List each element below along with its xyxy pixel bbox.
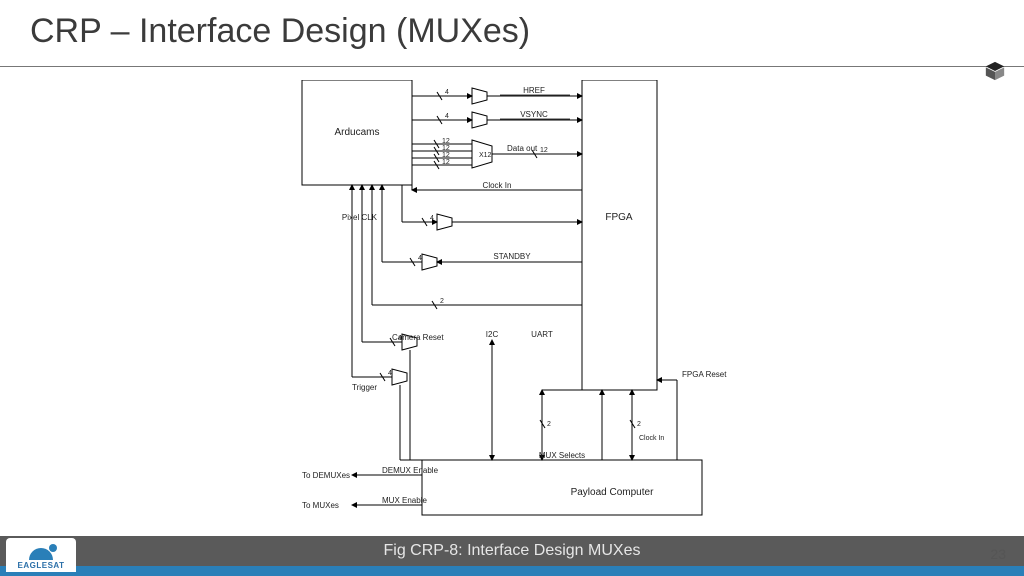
trigger-label: Trigger [352,383,377,392]
footer-bar: Fig CRP-8: Interface Design MUXes [0,536,1024,566]
muxselects-label: MUX Selects [539,451,585,460]
fpga-block [582,80,657,390]
mux-href [472,88,487,104]
to-demux-label: To DEMUXes [302,471,350,480]
bw-mid2: 2 [440,298,444,305]
mux-vsync [472,112,487,128]
dataout-label: Data out [507,144,538,153]
title-rule [0,66,1024,67]
bw-do1: 12 [442,138,450,145]
payload-label: Payload Computer [571,487,654,498]
cube-icon [984,60,1006,82]
logo-dome-icon [29,548,53,560]
demux-enable-label: DEMUX Enable [382,466,439,475]
bw-pclk: 4 [430,215,434,222]
bw-uart: 2 [547,421,551,428]
mux-x12-label: X12 [479,152,492,159]
mux-trigger [392,369,407,385]
bw-clk2: 2 [637,421,641,428]
href-label: HREF [523,86,545,95]
bw-do4: 12 [442,159,450,166]
uart-label: UART [531,330,553,339]
page-number: 23 [990,546,1006,562]
bw-trg: 4 [388,370,392,377]
i2c-label: I2C [486,330,499,339]
slide-title: CRP – Interface Design (MUXes) [30,12,530,51]
standby-label: STANDBY [493,252,531,261]
bw-vsync: 4 [445,113,449,120]
bw-do2: 12 [442,145,450,152]
fpga-clockin-label: Clock In [639,435,664,442]
fpgareset-label: FPGA Reset [682,370,727,379]
logo-text: EAGLESAT [18,561,65,570]
arducams-label: Arducams [334,127,379,138]
clockin-label: Clock In [483,181,512,190]
bw-stby: 4 [418,255,422,262]
eaglesat-logo: EAGLESAT [6,538,76,572]
mux-standby [422,254,437,270]
pixelclk-label: Pixel CLK [342,213,378,222]
bw-do-out: 12 [540,147,548,154]
fpga-label: FPGA [605,212,633,223]
payload-block [422,460,702,515]
bw-href: 4 [445,89,449,96]
block-diagram: Arducams FPGA Payload Computer [282,80,782,520]
figure-caption: Fig CRP-8: Interface Design MUXes [384,542,641,560]
vsync-label: VSYNC [520,110,548,119]
bw-do3: 12 [442,152,450,159]
footer-accent [0,566,1024,576]
bw-cr: 4 [398,335,402,342]
mux-enable-label: MUX Enable [382,496,427,505]
mux-pixelclk [437,214,452,230]
to-mux-label: To MUXes [302,501,339,510]
